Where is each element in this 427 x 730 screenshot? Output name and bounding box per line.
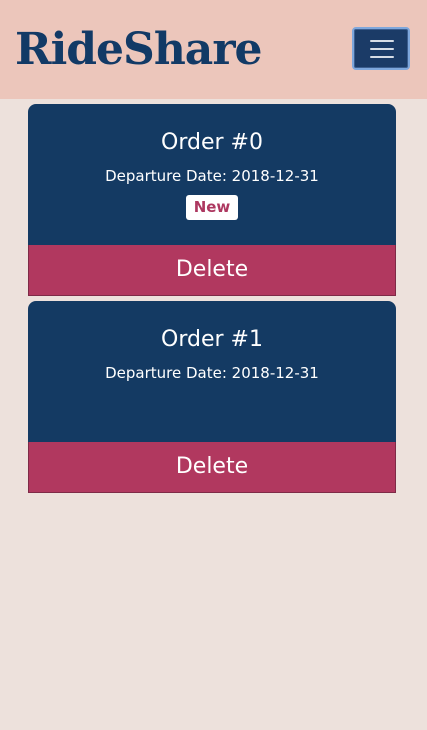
order-title: Order #1 bbox=[161, 327, 263, 352]
delete-button[interactable]: Delete bbox=[28, 245, 396, 296]
departure-date: Departure Date: 2018-12-31 bbox=[105, 167, 319, 185]
order-title: Order #0 bbox=[161, 130, 263, 155]
order-card: Order #1 Departure Date: 2018-12-31 Dele… bbox=[28, 301, 396, 493]
departure-date: Departure Date: 2018-12-31 bbox=[105, 364, 319, 382]
new-badge: New bbox=[186, 195, 238, 220]
brand-logo[interactable]: RideShare bbox=[15, 22, 262, 78]
order-card: Order #0 Departure Date: 2018-12-31 New … bbox=[28, 104, 396, 296]
navbar: RideShare bbox=[0, 0, 427, 99]
navbar-toggle-button[interactable] bbox=[352, 27, 410, 70]
delete-button[interactable]: Delete bbox=[28, 442, 396, 493]
